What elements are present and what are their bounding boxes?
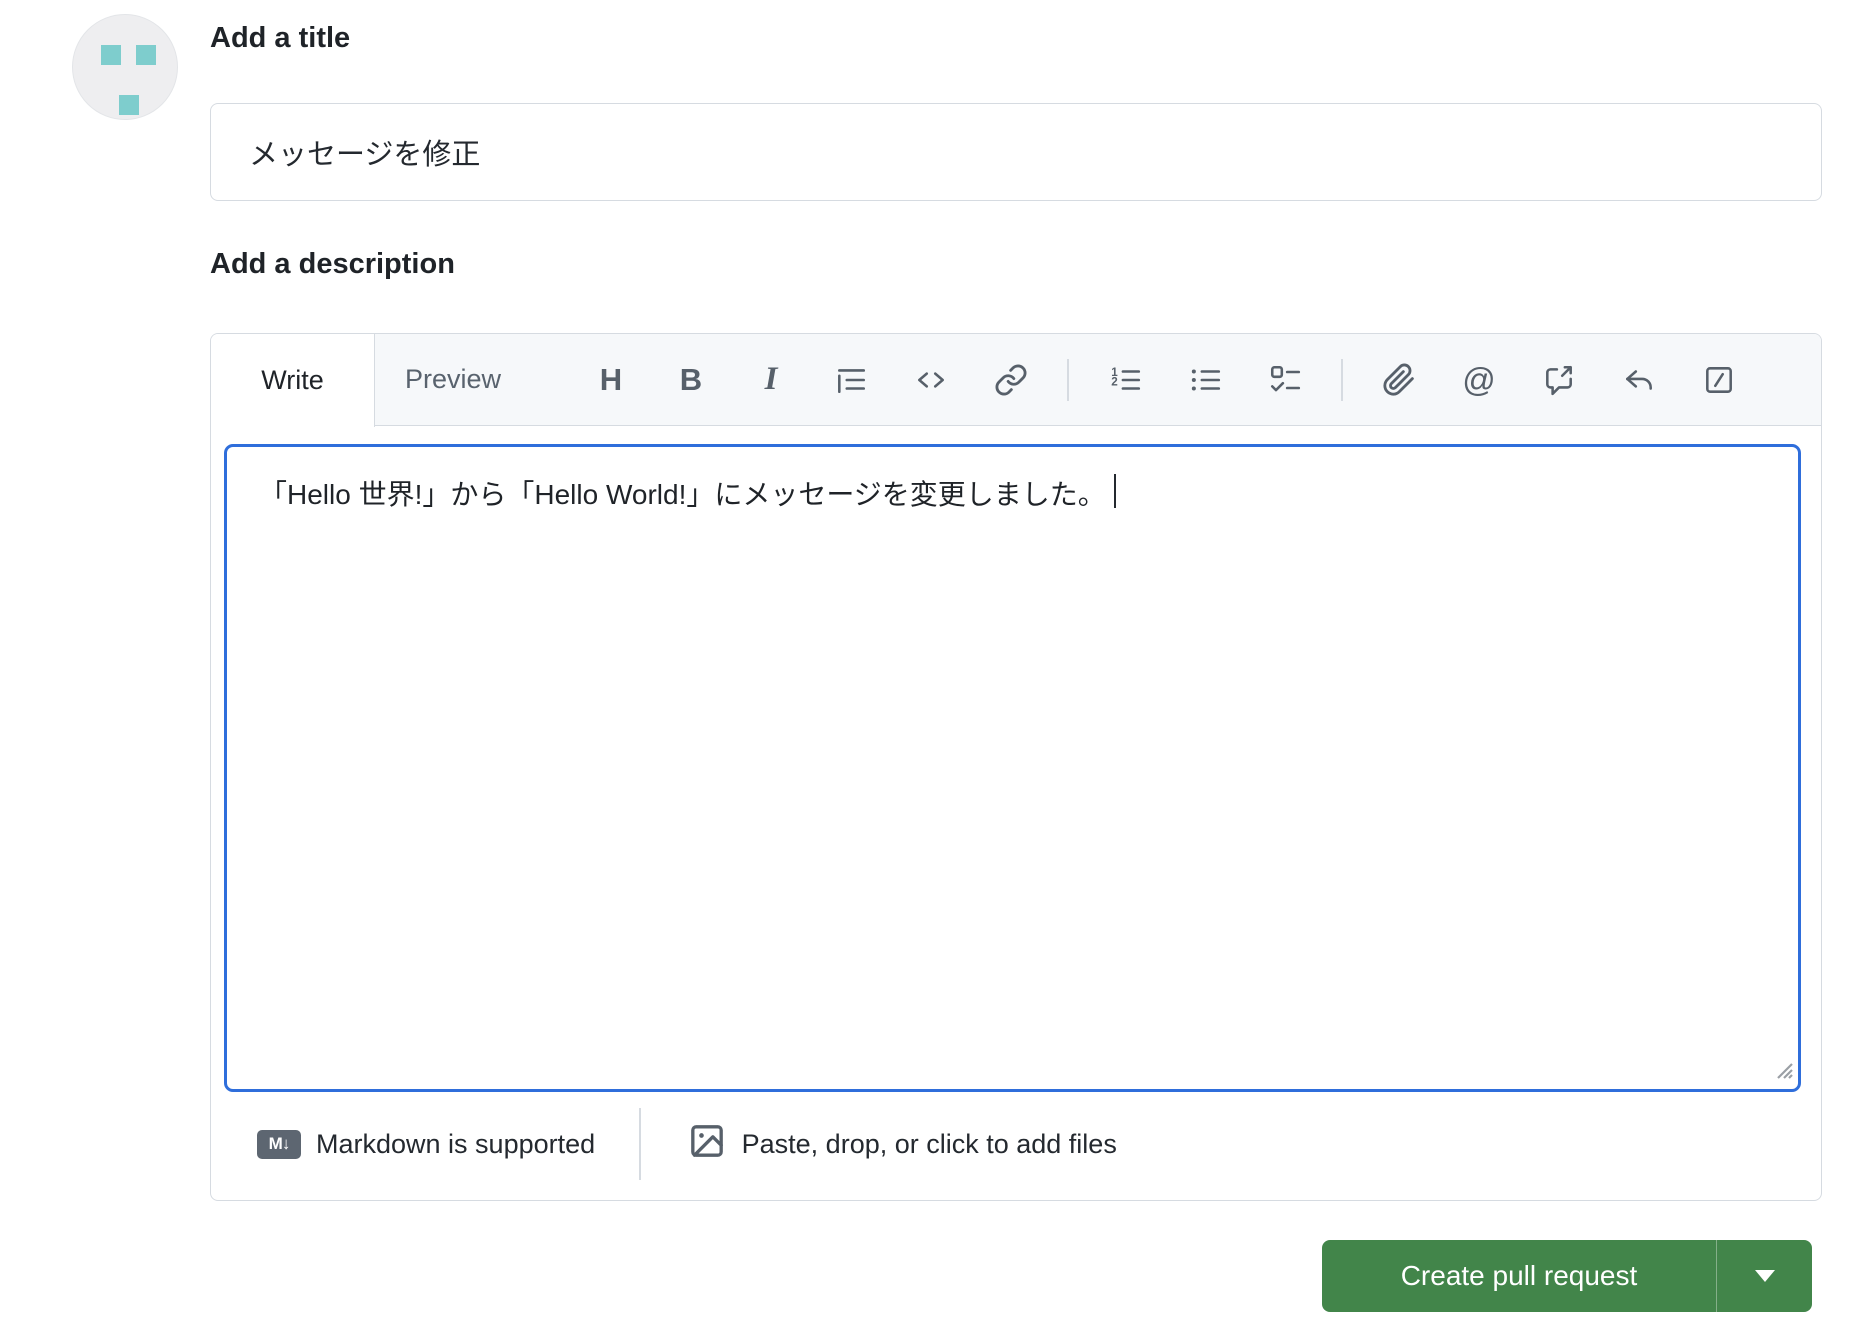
italic-icon: I [764,361,778,397]
bold-button[interactable]: B [651,334,731,426]
numbered-list-button[interactable]: 1 2 [1085,334,1165,426]
numbered-list-icon: 1 2 [1111,365,1141,390]
markdown-editor: Write Preview H B I 1 2 @ 「Hello 世界!」から「… [210,333,1822,1201]
svg-text:2: 2 [1111,375,1118,388]
avatar-pattern-square [136,45,156,65]
text-cursor [1113,474,1117,508]
description-text: 「Hello 世界!」から「Hello World!」にメッセージを変更しました… [259,479,1106,510]
reply-button[interactable] [1599,334,1679,426]
quote-button[interactable] [811,334,891,426]
mention-button[interactable]: @ [1439,334,1519,426]
markdown-toolbar: H B I 1 2 @ [531,334,1821,425]
editor-header: Write Preview H B I 1 2 @ [211,334,1821,427]
attach-files-label: Paste, drop, or click to add files [741,1128,1117,1159]
add-description-heading: Add a description [210,248,455,280]
task-list-button[interactable] [1245,334,1325,426]
markdown-supported-link[interactable]: M↓ Markdown is supported [257,1129,595,1160]
reply-icon [1626,369,1652,390]
pr-description-textarea[interactable]: 「Hello 世界!」から「Hello World!」にメッセージを変更しました… [224,444,1801,1092]
link-button[interactable] [971,334,1051,426]
bold-icon: B [679,361,703,397]
code-icon [918,371,944,388]
slash-commands-button[interactable] [1679,334,1759,426]
cross-reference-icon [1546,365,1572,395]
slash-commands-icon [1706,366,1732,393]
mention-icon: @ [1462,360,1496,398]
tab-write[interactable]: Write [211,334,375,427]
markdown-icon: M↓ [257,1129,301,1159]
create-pull-request-button[interactable]: Create pull request [1322,1240,1716,1312]
code-button[interactable] [891,334,971,426]
toolbar-divider [1341,358,1343,401]
footer-divider [639,1108,641,1180]
avatar-pattern-square [101,45,121,65]
avatar-pattern-square [119,95,139,115]
chevron-down-icon [1754,1270,1775,1282]
create-pull-request-options-button[interactable] [1716,1240,1812,1312]
add-title-heading: Add a title [210,22,351,54]
italic-button[interactable]: I [731,334,811,426]
user-avatar [72,14,178,120]
image-icon [687,1121,727,1168]
heading-button[interactable]: H [571,334,651,426]
tab-preview[interactable]: Preview [375,334,531,425]
bullet-list-button[interactable] [1165,334,1245,426]
cross-reference-button[interactable] [1519,334,1599,426]
editor-footer: M↓ Markdown is supported Paste, drop, or… [211,1092,1821,1196]
link-icon [995,364,1027,395]
markdown-supported-label: Markdown is supported [316,1128,596,1159]
attach-files-button[interactable]: Paste, drop, or click to add files [687,1121,1117,1168]
task-list-icon [1270,365,1301,391]
resize-handle-icon[interactable] [1766,1052,1794,1085]
paperclip-icon [1383,363,1414,396]
quote-icon [838,368,866,393]
heading-icon: H [599,361,623,397]
attach-file-button[interactable] [1359,334,1439,426]
toolbar-divider [1067,358,1069,401]
pr-title-input[interactable] [210,103,1822,201]
bullet-list-icon [1191,368,1221,391]
create-pull-request-split-button: Create pull request [1322,1240,1812,1312]
